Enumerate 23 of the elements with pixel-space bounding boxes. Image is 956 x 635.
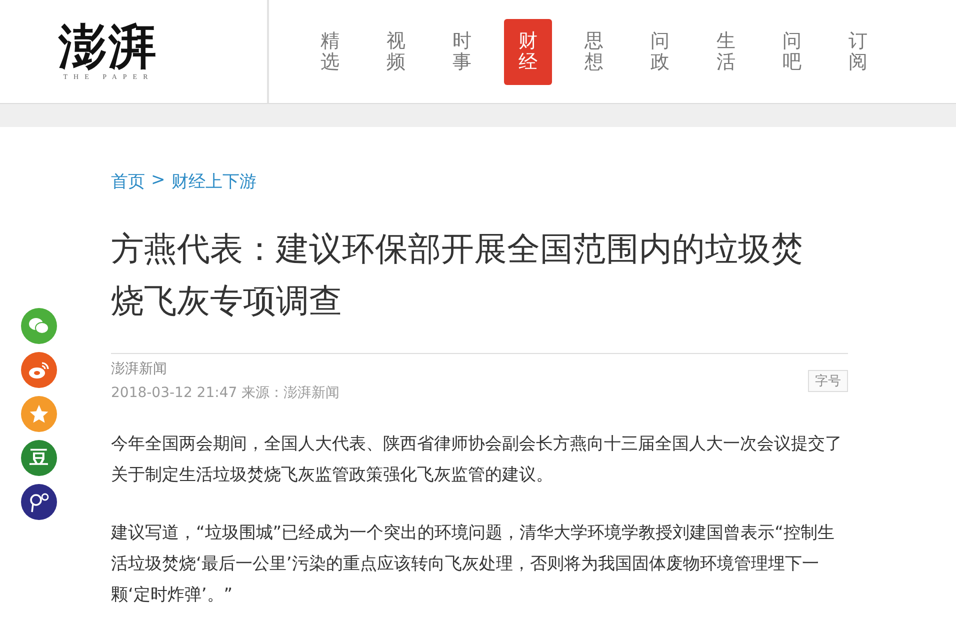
wechat-icon[interactable] xyxy=(21,308,57,344)
font-size-button[interactable]: 字号 xyxy=(808,370,848,392)
nav-tab[interactable]: 财经 xyxy=(504,18,552,84)
breadcrumb-link[interactable]: 财经上下游 xyxy=(171,170,256,193)
nav-tab[interactable]: 精选 xyxy=(306,18,354,84)
article-paragraph: 建议写道，“垃圾围城”已经成为一个突出的环境问题，清华大学环境学教授刘建国曾表示“控制生活垃圾焚烧‘最后一公里’污染的重点应该转向飞灰处理，否则将为我国固体废物环境管理埋下一颗‘定时炸弹’。” xyxy=(111,522,836,607)
weibo-icon[interactable] xyxy=(21,352,57,388)
douban-icon[interactable]: 豆 xyxy=(21,440,57,476)
article-title: 方燕代表：建议环保部开展全国范围内的垃圾焚烧飞灰专项调查 xyxy=(111,228,805,322)
nav-tab[interactable]: 思想 xyxy=(570,18,618,84)
nav-tab[interactable]: 问吧 xyxy=(768,18,816,84)
article-meta: 2018-03-12 21:47 来源：澎湃新闻 xyxy=(111,384,340,402)
nav-tab[interactable]: 视频 xyxy=(372,18,420,84)
article-paragraph: 今年全国两会期间，全国人大代表、陕西省律师协会副会长方燕向十三届全国人大一次会议提交了关于制定生活垃圾焚烧飞灰监管政策强化飞灰监管的建议。 xyxy=(111,433,843,487)
nav-tab[interactable]: 问政 xyxy=(636,18,684,84)
article-author: 澎湃新闻 xyxy=(111,360,168,378)
nav-tab[interactable]: 时事 xyxy=(438,18,486,84)
breadcrumb-separator: > xyxy=(151,170,166,192)
nav-tab[interactable]: 订阅 xyxy=(834,18,882,84)
breadcrumb-link[interactable]: 首页 xyxy=(111,170,145,193)
nav-tab[interactable]: 生活 xyxy=(702,18,750,84)
share-icon[interactable] xyxy=(21,484,57,520)
logo-title[interactable]: 澎湃 xyxy=(58,22,158,70)
